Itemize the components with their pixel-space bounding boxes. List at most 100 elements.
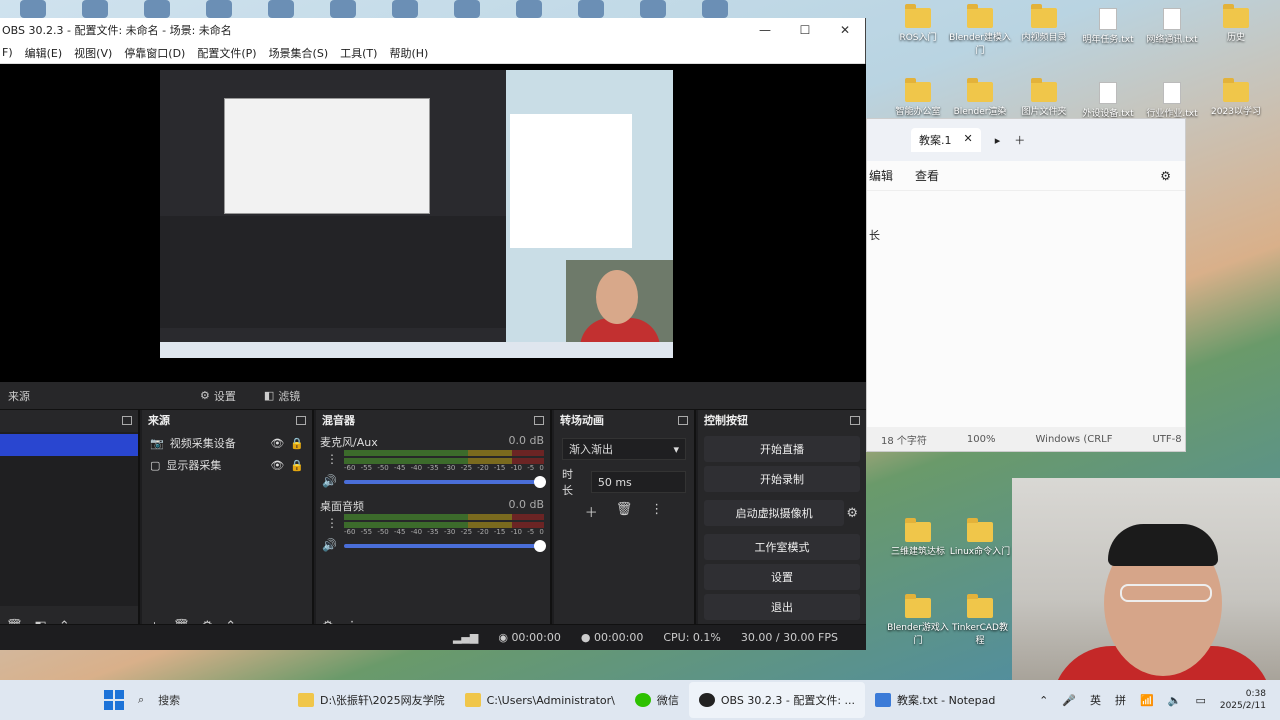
clock[interactable]: 0:38 2025/2/11	[1220, 688, 1266, 712]
app-icon[interactable]	[330, 0, 356, 18]
desktop-icon[interactable]: Blender游戏入门	[886, 594, 950, 646]
minimize-icon[interactable]: —	[745, 23, 785, 37]
taskbar-app-explorer-2[interactable]: C:\Users\Administrator\	[455, 682, 625, 718]
menu-view[interactable]: 查看	[915, 167, 939, 184]
battery-icon[interactable]: ▭	[1195, 694, 1205, 707]
app-icon[interactable]	[268, 0, 294, 18]
chevron-up-icon[interactable]: ⌃	[1039, 694, 1048, 707]
source-item-video-capture[interactable]: 📷 视频采集设备 👁 🔒	[142, 432, 312, 454]
preview-area[interactable]	[0, 64, 866, 382]
close-icon[interactable]: ✕	[825, 23, 865, 37]
speaker-icon[interactable]: 🔊	[322, 538, 337, 552]
scene-item-selected[interactable]	[0, 434, 138, 456]
exit-button[interactable]: 退出	[704, 594, 860, 620]
undock-icon[interactable]	[296, 415, 306, 425]
app-icon[interactable]	[702, 0, 728, 18]
desktop-icon[interactable]: 网络通讯.txt	[1140, 8, 1204, 45]
close-tab-icon[interactable]: ✕	[964, 132, 973, 148]
desktop-icon[interactable]: TinkerCAD教程	[948, 594, 1012, 646]
settings-gear-icon[interactable]: ⚙	[1160, 169, 1171, 183]
lock-icon[interactable]: 🔒	[290, 459, 304, 472]
context-filters-button[interactable]: ◧ 滤镜	[256, 386, 308, 406]
channel-menu-icon[interactable]: ⋮	[326, 516, 338, 530]
menu-view[interactable]: 视图(V)	[74, 45, 112, 61]
desktop-icon[interactable]: 历史	[1204, 4, 1268, 43]
new-tab-icon[interactable]: ＋	[1014, 132, 1025, 148]
remove-transition-icon[interactable]: 🗑	[616, 502, 633, 521]
program-preview[interactable]	[160, 70, 673, 358]
desktop-icon[interactable]: 智能办公室	[886, 78, 950, 117]
microphone-icon[interactable]: 🎤	[1062, 694, 1076, 707]
app-icon[interactable]	[392, 0, 418, 18]
ime-mode-indicator[interactable]: 拼	[1115, 692, 1126, 708]
menu-profile[interactable]: 配置文件(P)	[197, 45, 256, 61]
undock-icon[interactable]	[850, 415, 860, 425]
volume-slider[interactable]	[344, 540, 546, 552]
menu-tools[interactable]: 工具(T)	[340, 45, 377, 61]
menu-edit[interactable]: 编辑	[869, 167, 893, 184]
app-icon[interactable]	[516, 0, 542, 18]
desktop-icon[interactable]: Linux命令入门	[948, 518, 1012, 557]
source-item-display-capture[interactable]: ▢ 显示器采集 👁 🔒	[142, 454, 312, 476]
taskbar-app-obs[interactable]: OBS 30.2.3 - 配置文件: ...	[688, 682, 866, 718]
line-ending: Windows (CRLF	[1035, 433, 1113, 445]
desktop-icon[interactable]: 2023以学习	[1204, 78, 1268, 117]
undock-icon[interactable]	[122, 415, 132, 425]
desktop-icon[interactable]: 三维建筑达标	[886, 518, 950, 557]
transition-selected: 渐入渐出	[569, 443, 613, 456]
transition-select[interactable]: 渐入渐出 ▾	[562, 438, 686, 460]
volume-slider[interactable]	[344, 476, 546, 488]
desktop-icon[interactable]: ROS入门	[886, 4, 950, 43]
taskbar-app-explorer-1[interactable]: D:\张振轩\2025网友学院	[288, 682, 455, 718]
menu-help[interactable]: 帮助(H)	[389, 45, 428, 61]
app-icon[interactable]	[640, 0, 666, 18]
duration-input[interactable]: 50 ms	[590, 471, 686, 493]
desktop-icon[interactable]: 明年任务.txt	[1076, 8, 1140, 45]
desktop-icon[interactable]: 内视频目录	[1012, 4, 1076, 43]
virtual-camera-settings-gear-icon[interactable]: ⚙	[846, 506, 858, 521]
app-icon[interactable]	[578, 0, 604, 18]
menu-scene-collection[interactable]: 场景集合(S)	[269, 45, 329, 61]
undock-icon[interactable]	[534, 415, 544, 425]
taskbar-app-notepad[interactable]: 教案.txt - Notepad	[865, 682, 1005, 718]
notepad-editor[interactable]: 长	[867, 191, 1185, 279]
app-icon[interactable]	[206, 0, 232, 18]
app-label: 教案.txt - Notepad	[897, 694, 996, 707]
ime-indicator[interactable]: 英	[1090, 692, 1101, 708]
context-settings-button[interactable]: ⚙ 设置	[192, 386, 244, 406]
start-streaming-button[interactable]: 开始直播	[704, 436, 860, 462]
add-transition-icon[interactable]: ＋	[585, 502, 598, 521]
desktop-icon[interactable]: 图片文件夹	[1012, 78, 1076, 117]
channel-menu-icon[interactable]: ⋮	[326, 452, 338, 466]
tab-scroll-icon[interactable]: ▸	[995, 134, 1001, 147]
wifi-icon[interactable]: 📶	[1140, 694, 1154, 707]
undock-icon[interactable]	[678, 415, 688, 425]
visibility-eye-icon[interactable]: 👁	[270, 437, 284, 450]
lock-icon[interactable]: 🔒	[290, 437, 304, 450]
notepad-tab[interactable]: 教案.1 ✕	[911, 128, 981, 152]
menu-edit[interactable]: 编辑(E)	[25, 45, 63, 61]
menu-docks[interactable]: 停靠窗口(D)	[124, 45, 185, 61]
volume-icon[interactable]: 🔈	[1168, 694, 1182, 707]
taskbar-search[interactable]: ⌕ 搜索	[138, 686, 288, 714]
app-icon[interactable]	[82, 0, 108, 18]
taskbar-app-wechat[interactable]: 微信	[625, 682, 689, 718]
desktop-icon[interactable]: 外设设备.txt	[1076, 82, 1140, 119]
obs-titlebar[interactable]: OBS 30.2.3 - 配置文件: 未命名 - 场景: 未命名 — ☐ ✕	[0, 18, 865, 42]
studio-mode-button[interactable]: 工作室模式	[704, 534, 860, 560]
maximize-icon[interactable]: ☐	[785, 23, 825, 37]
speaker-icon[interactable]: 🔊	[322, 474, 337, 488]
windows-start-icon[interactable]	[104, 690, 124, 710]
app-icon[interactable]	[20, 0, 46, 18]
start-recording-button[interactable]: 开始录制	[704, 466, 860, 492]
transition-menu-icon[interactable]: ⋮	[650, 502, 663, 521]
app-icon[interactable]	[454, 0, 480, 18]
desktop-icon[interactable]: 行业作业.txt	[1140, 82, 1204, 119]
visibility-eye-icon[interactable]: 👁	[270, 459, 284, 472]
desktop-icon[interactable]: Blender建模入门	[948, 4, 1012, 56]
app-icon[interactable]	[144, 0, 170, 18]
settings-button[interactable]: 设置	[704, 564, 860, 590]
menu-file[interactable]: F)	[2, 46, 13, 59]
desktop-icon[interactable]: Blender渲染	[948, 78, 1012, 117]
start-virtual-camera-button[interactable]: 启动虚拟摄像机	[704, 500, 845, 526]
